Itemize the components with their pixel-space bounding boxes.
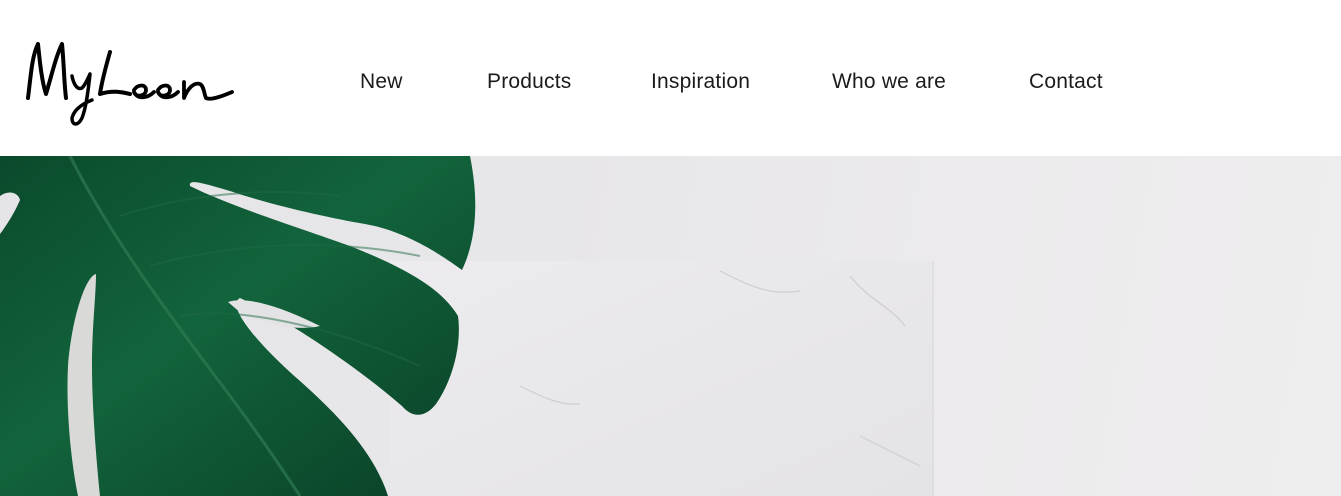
hero-banner — [0, 156, 1341, 496]
site-header: New Products Inspiration Who we are Cont… — [0, 0, 1341, 156]
nav-link-who-we-are[interactable]: Who we are — [832, 70, 946, 94]
nav-link-inspiration[interactable]: Inspiration — [651, 70, 750, 94]
nav-link-products[interactable]: Products — [487, 70, 571, 94]
marble-tile — [390, 261, 934, 496]
main-navigation: New Products Inspiration Who we are Cont… — [0, 70, 1341, 98]
nav-link-new[interactable]: New — [360, 70, 403, 94]
hero-image-monstera-leaf — [0, 156, 934, 496]
nav-link-contact[interactable]: Contact — [1029, 70, 1103, 94]
